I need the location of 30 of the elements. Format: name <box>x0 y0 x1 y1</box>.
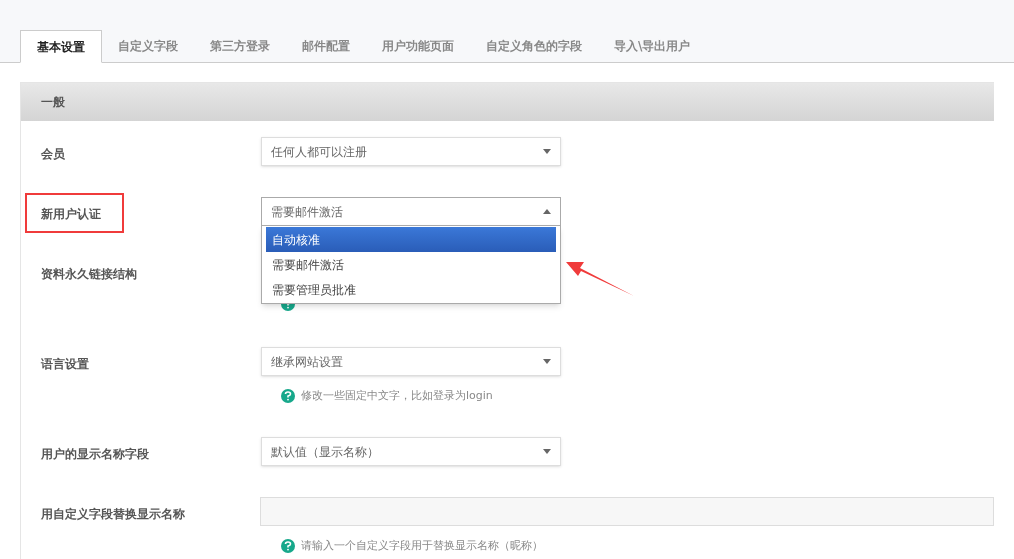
tab[interactable]: 自定义角色的字段 <box>470 29 598 62</box>
help-icon <box>281 539 295 554</box>
tab[interactable]: 自定义字段 <box>102 29 194 62</box>
caret-icon <box>543 359 551 364</box>
dropdown-option[interactable]: 需要邮件激活 <box>266 252 556 277</box>
field-label: 会员 <box>41 147 65 161</box>
tab[interactable]: 第三方登录 <box>194 29 286 62</box>
tab[interactable]: 用户功能页面 <box>366 29 470 62</box>
tab[interactable]: 邮件配置 <box>286 29 366 62</box>
caret-icon <box>543 209 551 214</box>
help-text: 请输入一个自定义字段用于替换显示名称（昵称） <box>301 538 543 554</box>
field-label: 用自定义字段替换显示名称 <box>41 507 185 521</box>
text-input[interactable] <box>260 497 994 526</box>
section-header: 一般 <box>21 83 994 121</box>
help-icon <box>281 389 295 404</box>
dropdown-option[interactable]: 自动核准 <box>266 227 556 252</box>
tab[interactable]: 导入\导出用户 <box>598 29 707 62</box>
field-label: 资料永久链接结构 <box>41 267 137 281</box>
field-label: 用户的显示名称字段 <box>41 447 149 461</box>
field-label: 语言设置 <box>41 357 89 371</box>
dropdown-option[interactable]: 需要管理员批准 <box>266 277 556 302</box>
select-field[interactable]: 任何人都可以注册 <box>261 137 561 166</box>
select-field[interactable]: 需要邮件激活 <box>261 197 561 226</box>
select-field[interactable]: 继承网站设置 <box>261 347 561 376</box>
select-field[interactable]: 默认值（显示名称） <box>261 437 561 466</box>
caret-icon <box>543 149 551 154</box>
field-label: 新用户认证 <box>41 207 101 221</box>
help-text: 修改一些固定中文字，比如登录为login <box>301 388 493 404</box>
tab[interactable]: 基本设置 <box>20 30 102 63</box>
caret-icon <box>543 449 551 454</box>
